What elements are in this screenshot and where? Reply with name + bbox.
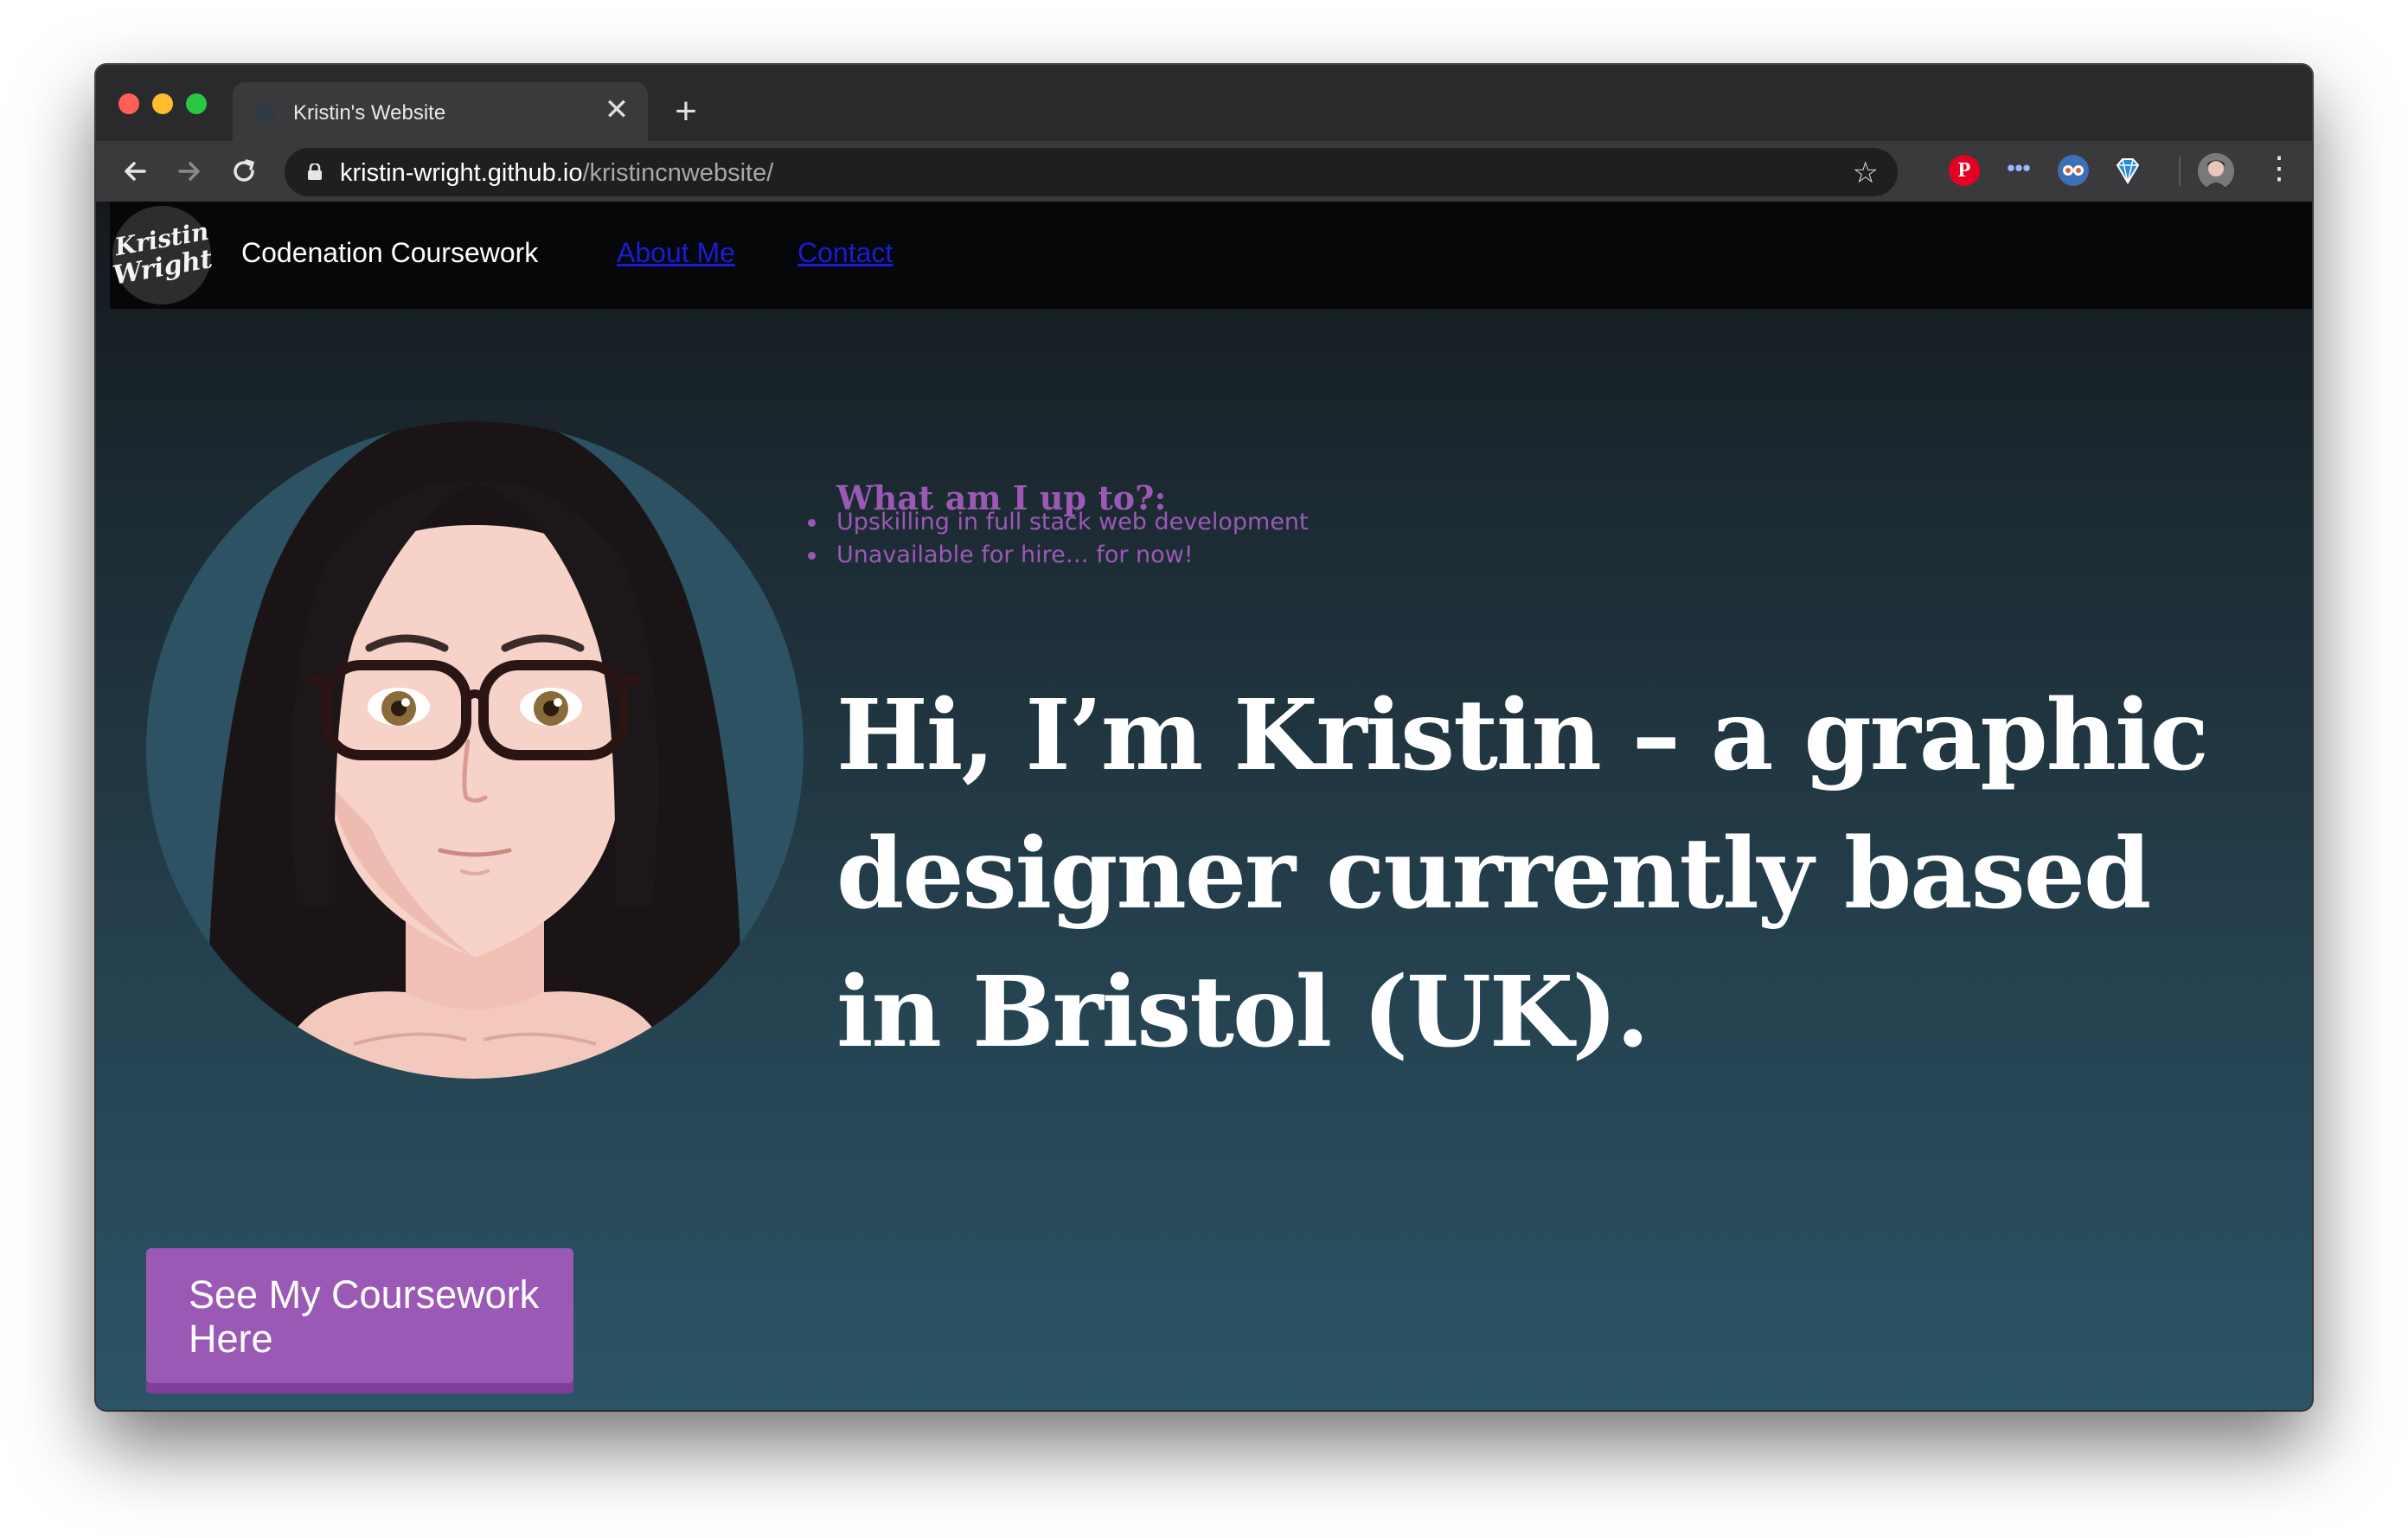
browser-window: Kristin's Website ✕ + kristin-wright.git… xyxy=(96,65,2312,1410)
password-dots-icon[interactable]: ••• xyxy=(2003,155,2034,186)
site-navbar: Kristin Wright Codenation Coursework Abo… xyxy=(110,202,2312,309)
bookmark-star-icon[interactable]: ☆ xyxy=(1853,156,1879,190)
nav-link-contact[interactable]: Contact xyxy=(797,237,893,269)
close-window-button[interactable] xyxy=(118,93,139,114)
forward-arrow-icon[interactable] xyxy=(171,153,208,189)
lock-icon xyxy=(307,162,323,180)
site-title[interactable]: Codenation Coursework xyxy=(241,237,538,269)
status-list: Upskilling in full stack web development… xyxy=(808,506,1309,572)
minimize-window-button[interactable] xyxy=(152,93,173,114)
menu-kebab-icon[interactable]: ⋮ xyxy=(2264,150,2295,186)
see-coursework-button[interactable]: See My Coursework Here xyxy=(146,1248,573,1394)
profile-avatar-icon[interactable] xyxy=(2198,153,2234,189)
tab-title: Kristin's Website xyxy=(293,101,446,125)
list-item: Unavailable for hire… for now! xyxy=(808,539,1309,572)
url-path: /kristincnwebsite/ xyxy=(582,159,774,187)
page-viewport: Kristin Wright Codenation Coursework Abo… xyxy=(96,202,2312,1410)
address-bar[interactable]: kristin-wright.github.io/kristincnwebsit… xyxy=(285,148,1898,196)
new-tab-button[interactable]: + xyxy=(669,93,703,131)
tab-kristins-website[interactable]: Kristin's Website ✕ xyxy=(233,82,648,141)
url-text: kristin-wright.github.io/kristincnwebsit… xyxy=(340,159,773,188)
favicon-icon xyxy=(257,103,276,122)
toolbar-divider xyxy=(2179,157,2181,186)
reload-icon[interactable] xyxy=(226,153,262,189)
url-host: kristin-wright.github.io xyxy=(340,159,583,187)
tab-strip: Kristin's Website ✕ + xyxy=(96,65,2312,141)
nav-link-about-me[interactable]: About Me xyxy=(617,237,735,269)
gem-extension-icon[interactable] xyxy=(2112,155,2143,186)
maximize-window-button[interactable] xyxy=(186,93,207,114)
hero-heading: Hi, I’m Kristin – a graphic designer cur… xyxy=(836,679,2209,1069)
site-logo[interactable]: Kristin Wright xyxy=(111,206,215,304)
close-tab-icon[interactable]: ✕ xyxy=(601,94,632,125)
list-item: Upskilling in full stack web development xyxy=(808,506,1309,539)
eyes-extension-icon[interactable] xyxy=(2058,155,2089,186)
avatar-illustration xyxy=(146,421,804,1079)
browser-toolbar: kristin-wright.github.io/kristincnwebsit… xyxy=(96,141,2312,202)
pinterest-icon[interactable]: P xyxy=(1949,155,1980,186)
back-arrow-icon[interactable] xyxy=(117,153,153,189)
